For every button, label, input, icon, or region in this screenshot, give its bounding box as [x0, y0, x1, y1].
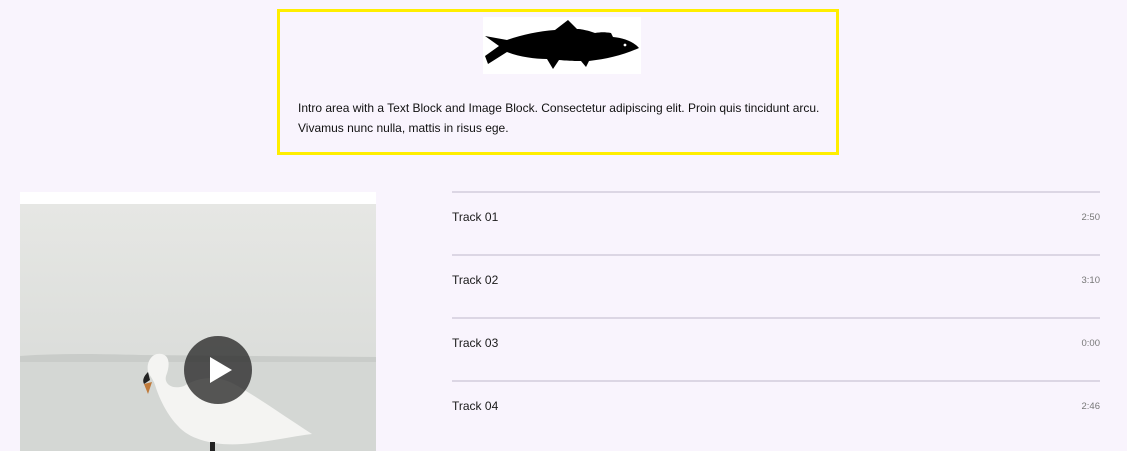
track-title: Track 04	[452, 399, 499, 413]
swan-photo	[20, 204, 376, 451]
track-row[interactable]: Track 02 3:10	[452, 254, 1100, 317]
play-button[interactable]	[184, 336, 252, 404]
play-icon	[210, 357, 232, 383]
page: Intro area with a Text Block and Image B…	[0, 0, 1127, 451]
track-row[interactable]: Track 03 0:00	[452, 317, 1100, 380]
video-thumbnail[interactable]	[20, 192, 376, 451]
track-title: Track 03	[452, 336, 499, 350]
intro-section: Intro area with a Text Block and Image B…	[277, 9, 839, 155]
track-duration: 0:00	[1081, 338, 1101, 349]
track-duration: 2:46	[1081, 401, 1101, 412]
track-duration: 2:50	[1081, 212, 1101, 223]
tracklist: Track 01 2:50 Track 02 3:10 Track 03 0:0…	[452, 191, 1100, 443]
track-row[interactable]: Track 04 2:46	[452, 380, 1100, 443]
track-duration: 3:10	[1081, 275, 1101, 286]
track-title: Track 02	[452, 273, 499, 287]
logo-image	[483, 17, 641, 74]
fish-silhouette-icon	[485, 20, 639, 69]
track-title: Track 01	[452, 210, 499, 224]
intro-text: Intro area with a Text Block and Image B…	[298, 101, 820, 135]
track-row[interactable]: Track 01 2:50	[452, 191, 1100, 254]
